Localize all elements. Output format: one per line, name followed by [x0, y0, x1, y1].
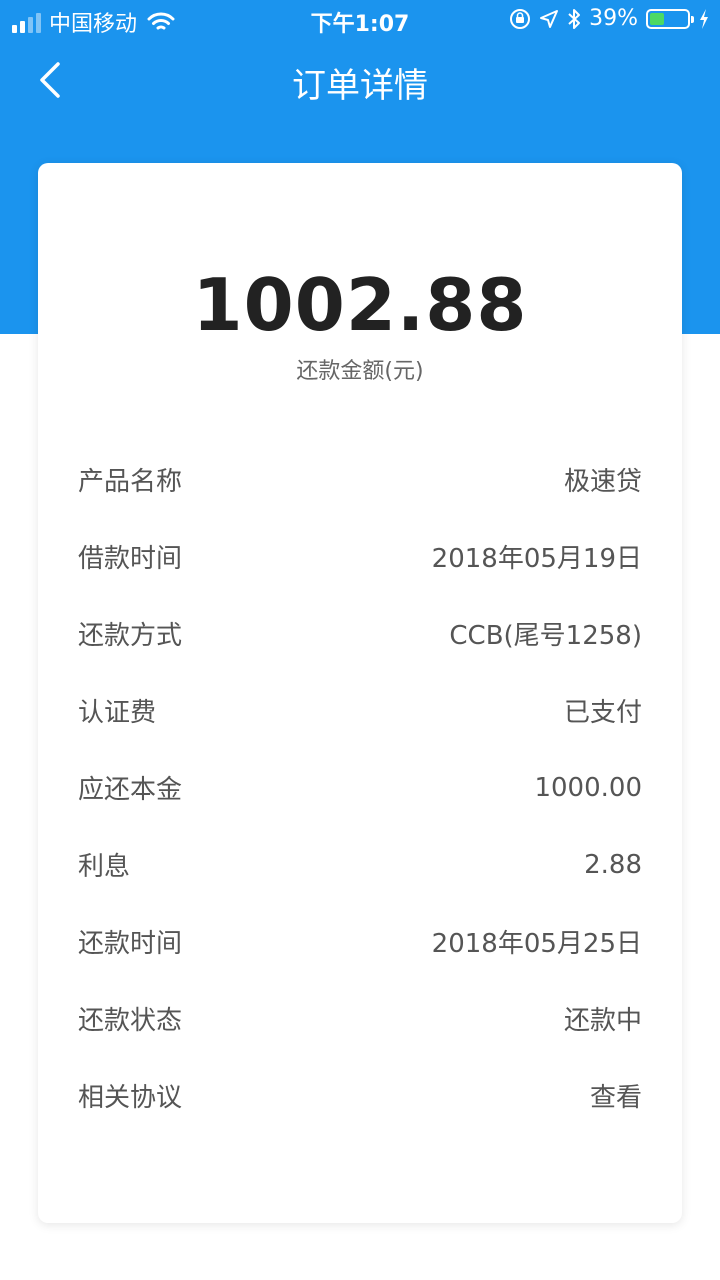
- detail-list: 产品名称 极速贷 借款时间 2018年05月19日 还款方式 CCB(尾号125…: [78, 441, 642, 1134]
- detail-value: 已支付: [563, 698, 642, 728]
- detail-label: 还款状态: [78, 1006, 183, 1036]
- repayment-amount: 1002.88: [192, 263, 528, 347]
- detail-value: 2018年05月25日: [431, 929, 642, 959]
- detail-row-repayment-date: 还款时间 2018年05月25日: [78, 903, 642, 980]
- detail-label: 利息: [78, 852, 131, 882]
- detail-row-product-name: 产品名称 极速贷: [78, 441, 642, 518]
- detail-row-repayment-status: 还款状态 还款中: [78, 980, 642, 1057]
- battery-icon: [646, 8, 694, 29]
- charging-icon: [700, 8, 708, 29]
- detail-label: 相关协议: [78, 1083, 183, 1113]
- repayment-amount-label: 还款金额(元): [296, 359, 424, 384]
- status-right: 39%: [509, 6, 710, 31]
- detail-value: 2.88: [584, 849, 642, 880]
- detail-row-verification-fee: 认证费 已支付: [78, 672, 642, 749]
- battery-level: [650, 12, 665, 25]
- detail-row-loan-date: 借款时间 2018年05月19日: [78, 518, 642, 595]
- status-bar: 中国移动 下午1:07 39%: [0, 0, 720, 40]
- orientation-lock-icon: [510, 8, 531, 29]
- detail-value: CCB(尾号1258): [449, 621, 642, 651]
- page-title: 订单详情: [292, 66, 428, 106]
- detail-value: 1000.00: [534, 772, 642, 803]
- view-agreements-link[interactable]: 查看: [590, 1077, 642, 1114]
- location-icon: [540, 9, 559, 28]
- order-detail-card: 1002.88 还款金额(元) 产品名称 极速贷 借款时间 2018年05月19…: [38, 163, 682, 1223]
- detail-row-principal: 应还本金 1000.00: [78, 749, 642, 826]
- detail-row-interest: 利息 2.88: [78, 826, 642, 903]
- detail-label: 还款方式: [78, 621, 183, 651]
- detail-label: 认证费: [78, 698, 157, 728]
- detail-row-agreements[interactable]: 相关协议 查看: [78, 1057, 642, 1134]
- detail-label: 产品名称: [78, 467, 183, 497]
- bluetooth-icon: [568, 8, 581, 29]
- detail-value: 极速贷: [563, 467, 642, 497]
- detail-value: 2018年05月19日: [431, 544, 642, 574]
- detail-label: 应还本金: [78, 775, 183, 805]
- detail-value: 还款中: [563, 1006, 642, 1036]
- detail-label: 还款时间: [78, 929, 183, 959]
- detail-row-repayment-method: 还款方式 CCB(尾号1258): [78, 595, 642, 672]
- detail-label: 借款时间: [78, 544, 183, 574]
- battery-percent: 39%: [589, 6, 638, 31]
